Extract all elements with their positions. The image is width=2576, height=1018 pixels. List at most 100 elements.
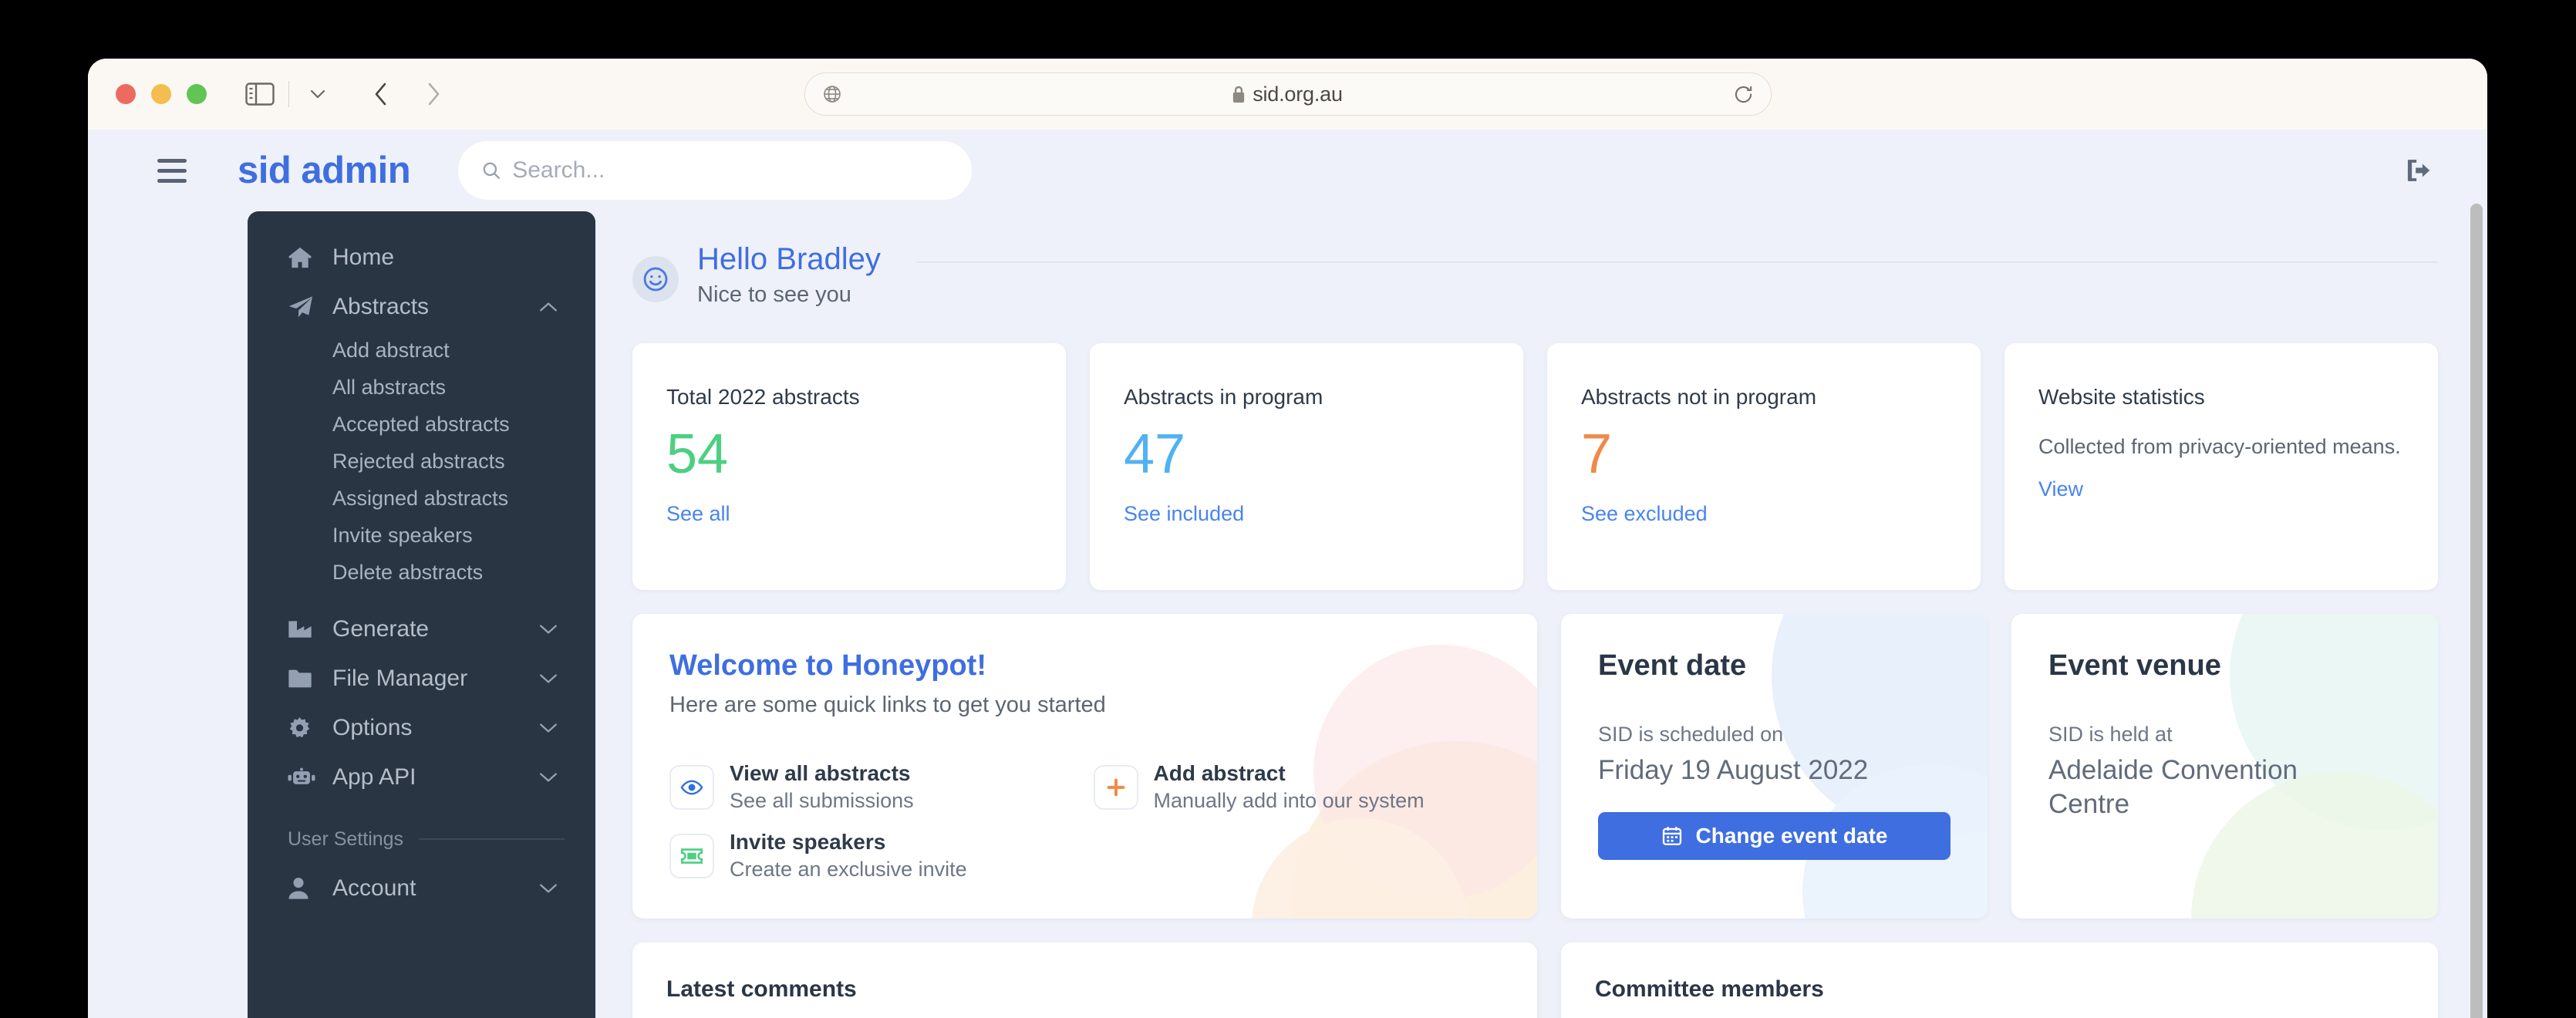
sidebar-subitem-add-abstract[interactable]: Add abstract bbox=[248, 332, 595, 369]
card-title: Committee members bbox=[1595, 976, 1824, 1002]
committee-members-card: Committee members bbox=[1561, 942, 2438, 1018]
stat-card-abstracts-not-in-program: Abstracts not in program 7 See excluded bbox=[1547, 343, 1981, 590]
stat-title: Abstracts in program bbox=[1124, 385, 1323, 409]
secondary-row: Welcome to Honeypot! Here are some quick… bbox=[632, 614, 2438, 919]
tertiary-row: Latest comments Committee members bbox=[632, 942, 2438, 1018]
event-date-title: Event date bbox=[1598, 649, 1747, 682]
honeypot-subtitle: Here are some quick links to get you sta… bbox=[669, 693, 1106, 717]
change-event-date-button[interactable]: Change event date bbox=[1598, 811, 1951, 860]
event-venue-value: Adelaide Convention Centre bbox=[2048, 755, 2298, 819]
search-input[interactable] bbox=[512, 157, 949, 184]
quick-link-title: Invite speakers bbox=[730, 830, 886, 854]
chevron-down-icon[interactable] bbox=[538, 771, 558, 784]
sidebar-subitem-accepted-abstracts[interactable]: Accepted abstracts bbox=[248, 406, 595, 443]
event-date-prefix: SID is scheduled on bbox=[1598, 723, 1784, 746]
browser-toolbar: sid.org.au bbox=[88, 59, 2487, 130]
stat-title: Abstracts not in program bbox=[1581, 385, 1817, 409]
sidebar-subitem-rejected-abstracts[interactable]: Rejected abstracts bbox=[248, 443, 595, 480]
chevron-down-icon[interactable] bbox=[538, 623, 558, 635]
logout-icon[interactable] bbox=[2404, 156, 2433, 185]
sidebar-item-label: Generate bbox=[332, 616, 430, 642]
greeting-subtitle: Nice to see you bbox=[697, 282, 851, 307]
app-logo[interactable]: sid admin bbox=[238, 149, 411, 192]
chevron-down-icon[interactable] bbox=[300, 76, 335, 112]
chevron-right-icon[interactable] bbox=[416, 76, 451, 112]
page-title: Hello Bradley bbox=[697, 242, 881, 276]
chevron-down-icon[interactable] bbox=[538, 722, 558, 734]
stat-link[interactable]: See excluded bbox=[1581, 502, 1947, 526]
card-title: Latest comments bbox=[666, 976, 857, 1002]
scrollbar-thumb[interactable] bbox=[2470, 204, 2483, 1018]
quick-link-title: Add abstract bbox=[1153, 761, 1286, 785]
gear-icon bbox=[288, 716, 320, 740]
sidebar-item-file-manager[interactable]: File Manager bbox=[248, 654, 595, 703]
quick-link-invite-speakers[interactable]: Invite speakers Create an exclusive invi… bbox=[669, 830, 1077, 881]
sidebar-subitem-delete-abstracts[interactable]: Delete abstracts bbox=[248, 554, 595, 591]
browser-window: sid.org.au sid admin Search... Home Abst… bbox=[88, 59, 2487, 1018]
sidebar-item-label: File Manager bbox=[332, 666, 468, 691]
event-venue-prefix: SID is held at bbox=[2048, 723, 2173, 746]
stat-card-website-statistics: Website statistics Collected from privac… bbox=[2004, 343, 2438, 590]
greeting-block: Hello Bradley Nice to see you bbox=[632, 211, 2438, 308]
stat-link[interactable]: See all bbox=[666, 502, 1032, 526]
maximize-window-button[interactable] bbox=[187, 84, 207, 104]
app-header: sid admin bbox=[88, 130, 2487, 211]
calendar-icon bbox=[1661, 825, 1683, 847]
sidebar-subitem-assigned-abstracts[interactable]: Assigned abstracts bbox=[248, 480, 595, 517]
event-venue-title: Event venue bbox=[2048, 649, 2221, 682]
section-divider bbox=[419, 838, 565, 840]
sidebar-subitem-all-abstracts[interactable]: All abstracts bbox=[248, 369, 595, 406]
sidebar-toggle-icon[interactable] bbox=[242, 76, 278, 112]
stat-link[interactable]: View bbox=[2038, 477, 2404, 501]
quick-link-add-abstract[interactable]: Add abstract Manually add into our syste… bbox=[1093, 761, 1501, 813]
sidebar-subitem-invite-speakers[interactable]: Invite speakers bbox=[248, 517, 595, 554]
stat-value: 54 bbox=[666, 423, 729, 485]
stat-description: Collected from privacy-oriented means. bbox=[2038, 435, 2401, 458]
event-venue-card: Event venue SID is held at Adelaide Conv… bbox=[2011, 614, 2438, 919]
quick-link-view-all-abstracts[interactable]: View all abstracts See all submissions bbox=[669, 761, 1077, 813]
chevron-down-icon[interactable] bbox=[538, 672, 558, 685]
stat-link[interactable]: See included bbox=[1124, 502, 1489, 526]
search-box[interactable] bbox=[458, 141, 973, 200]
sidebar-item-label: Options bbox=[332, 715, 413, 740]
quick-link-subtitle: Create an exclusive invite bbox=[730, 858, 967, 881]
event-date-value: Friday 19 August 2022 bbox=[1598, 755, 1869, 785]
industry-icon bbox=[288, 619, 320, 639]
latest-comments-card: Latest comments bbox=[632, 942, 1537, 1018]
sidebar-item-options[interactable]: Options bbox=[248, 703, 595, 753]
chevron-up-icon[interactable] bbox=[538, 301, 558, 313]
sidebar-item-app-api[interactable]: App API bbox=[248, 753, 595, 802]
quick-link-title: View all abstracts bbox=[730, 761, 911, 785]
lock-icon bbox=[1232, 86, 1246, 103]
main-content: Hello Bradley Nice to see you Total 2022… bbox=[595, 211, 2487, 1018]
close-window-button[interactable] bbox=[116, 84, 136, 104]
paper-plane-icon bbox=[288, 295, 320, 319]
sidebar-item-abstracts[interactable]: Abstracts bbox=[248, 282, 595, 332]
greeting-divider bbox=[915, 261, 2438, 263]
stat-title: Total 2022 abstracts bbox=[666, 385, 860, 409]
sidebar-item-label: Account bbox=[332, 875, 416, 901]
sidebar-item-account[interactable]: Account bbox=[248, 864, 595, 913]
page-scrollbar[interactable] bbox=[2469, 204, 2484, 1018]
quick-link-subtitle: See all submissions bbox=[730, 789, 914, 812]
globe-icon bbox=[822, 84, 842, 104]
home-icon bbox=[288, 246, 320, 269]
chevron-down-icon[interactable] bbox=[538, 882, 558, 895]
sidebar-item-generate[interactable]: Generate bbox=[248, 605, 595, 654]
minimize-window-button[interactable] bbox=[151, 84, 171, 104]
eye-icon bbox=[669, 764, 714, 810]
hamburger-menu-icon[interactable] bbox=[157, 155, 201, 186]
toolbar-divider bbox=[288, 81, 289, 107]
address-bar[interactable]: sid.org.au bbox=[804, 72, 1772, 116]
stat-value: 47 bbox=[1124, 423, 1186, 485]
plus-icon bbox=[1093, 764, 1138, 810]
sidebar-item-home[interactable]: Home bbox=[248, 233, 595, 282]
honeypot-title: Welcome to Honeypot! bbox=[669, 649, 986, 682]
page-body: sid admin Search... Home Abstracts Add a… bbox=[88, 130, 2487, 1018]
stat-title: Website statistics bbox=[2038, 385, 2205, 409]
sidebar-section-label: User Settings bbox=[288, 828, 404, 850]
stats-row: Total 2022 abstracts 54 See all Abstract… bbox=[632, 343, 2438, 590]
chevron-left-icon[interactable] bbox=[363, 76, 399, 112]
sidebar-item-label: App API bbox=[332, 764, 416, 790]
reload-icon[interactable] bbox=[1733, 84, 1754, 105]
